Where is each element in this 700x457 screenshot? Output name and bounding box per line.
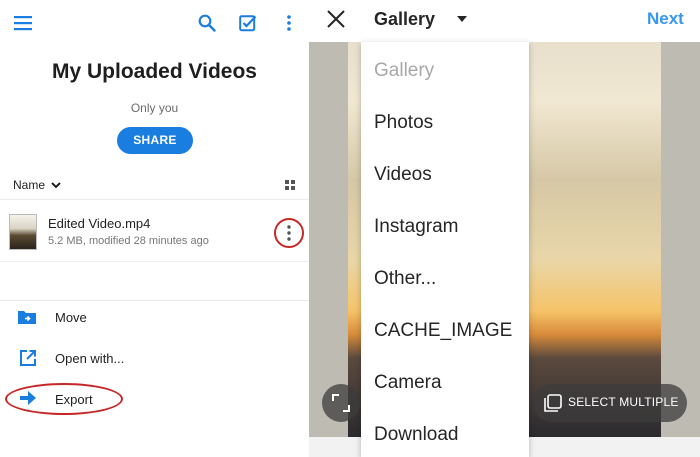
sort-by-name-label[interactable]: Name: [13, 178, 45, 192]
file-row[interactable]: Edited Video.mp4 5.2 MB, modified 28 min…: [0, 202, 309, 262]
sheet-divider: [0, 300, 309, 301]
next-button[interactable]: Next: [647, 9, 684, 29]
menu-item-photos[interactable]: Photos: [374, 112, 433, 134]
select-checkbox-icon[interactable]: [239, 14, 257, 32]
file-meta: 5.2 MB, modified 28 minutes ago: [48, 235, 209, 247]
file-more-options-icon[interactable]: [285, 224, 293, 242]
menu-item-instagram[interactable]: Instagram: [374, 216, 458, 238]
overflow-menu-icon[interactable]: [285, 14, 293, 32]
grid-view-icon[interactable]: [285, 180, 295, 190]
file-manager-panel: My Uploaded Videos Only you SHARE Name E…: [0, 0, 309, 457]
file-name: Edited Video.mp4: [48, 216, 151, 231]
menu-item-download[interactable]: Download: [374, 424, 459, 446]
search-icon[interactable]: [198, 14, 216, 32]
open-external-icon: [20, 350, 36, 366]
select-multiple-label: SELECT MULTIPLE: [568, 395, 679, 409]
expand-icon: [332, 394, 350, 412]
menu-item-camera[interactable]: Camera: [374, 372, 442, 394]
menu-item-other[interactable]: Other...: [374, 268, 436, 290]
export-action[interactable]: Export: [55, 392, 93, 407]
folder-move-icon: [18, 311, 36, 324]
gallery-topbar: Gallery Next: [309, 0, 700, 42]
folder-visibility: Only you: [130, 101, 179, 115]
multiple-select-icon: [544, 394, 562, 412]
chevron-down-icon[interactable]: [51, 182, 61, 189]
gallery-source-menu: Gallery Photos Videos Instagram Other...…: [361, 42, 529, 457]
move-action[interactable]: Move: [55, 310, 87, 325]
hamburger-menu-icon[interactable]: [14, 15, 32, 31]
menu-item-gallery[interactable]: Gallery: [374, 60, 434, 82]
arrow-right-icon: [20, 391, 36, 405]
menu-item-cache-image[interactable]: CACHE_IMAGE: [374, 320, 512, 342]
menu-item-videos[interactable]: Videos: [374, 164, 432, 186]
gallery-picker-panel: Gallery Next Gallery Photos Videos Insta…: [309, 0, 700, 457]
select-multiple-button[interactable]: SELECT MULTIPLE: [533, 384, 687, 422]
folder-title: My Uploaded Videos: [52, 60, 257, 83]
video-thumbnail: [9, 214, 37, 250]
expand-crop-button[interactable]: [322, 384, 360, 422]
gallery-source-dropdown[interactable]: Gallery: [374, 9, 435, 30]
open-with-action[interactable]: Open with...: [55, 351, 124, 366]
sort-bar: Name: [0, 172, 309, 200]
screenshot-root: My Uploaded Videos Only you SHARE Name E…: [0, 0, 700, 457]
close-icon[interactable]: [326, 9, 346, 29]
caret-down-icon[interactable]: [457, 16, 467, 22]
file-manager-topbar: [0, 0, 309, 46]
share-button[interactable]: SHARE: [117, 127, 193, 154]
